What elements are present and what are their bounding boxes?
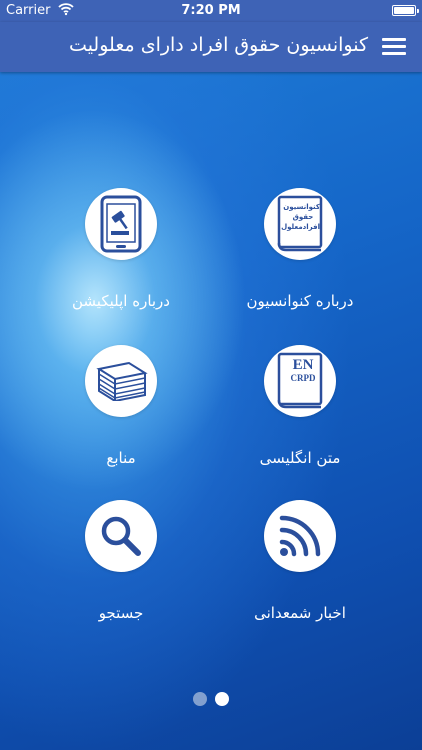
tile-label: منابع (106, 449, 136, 467)
page-dot-active[interactable] (215, 692, 229, 706)
navigation-bar: کنوانسیون حقوق افراد دارای معلولیت (0, 22, 422, 72)
paper-stack-icon (85, 345, 157, 417)
tile-english-text[interactable]: EN CRPD متن انگلیسی (225, 345, 375, 495)
status-bar: Carrier 7:20 PM (0, 0, 422, 22)
tile-news[interactable]: اخبار شمعدانی (225, 500, 375, 650)
tile-about-app[interactable]: درباره اپلیکیشن (46, 188, 196, 338)
page-title: کنوانسیون حقوق افراد دارای معلولیت (69, 34, 368, 56)
hamburger-icon[interactable] (382, 36, 408, 58)
book-icon: کنوانسیون حقوق افرادمعلول (264, 188, 336, 260)
page-dot[interactable] (193, 692, 207, 706)
battery-icon (392, 5, 419, 16)
tile-search[interactable]: جستجو (46, 500, 196, 650)
tile-sources[interactable]: منابع (46, 345, 196, 495)
tile-label: درباره کنوانسیون (246, 292, 354, 310)
search-icon (85, 500, 157, 572)
clock: 7:20 PM (181, 3, 241, 18)
rss-icon (264, 500, 336, 572)
tile-label: اخبار شمعدانی (254, 604, 346, 622)
tile-label: درباره اپلیکیشن (72, 292, 170, 310)
page-indicator[interactable] (0, 692, 422, 708)
tablet-gavel-icon (85, 188, 157, 260)
tile-label: متن انگلیسی (259, 449, 341, 467)
english-book-icon: EN CRPD (264, 345, 336, 417)
tile-about-convention[interactable]: کنوانسیون حقوق افرادمعلول درباره کنوانسی… (225, 188, 375, 338)
book-cover-text: EN CRPD (290, 357, 316, 383)
book-cover-text: کنوانسیون حقوق افرادمعلول (281, 203, 320, 231)
tile-label: جستجو (98, 604, 144, 622)
